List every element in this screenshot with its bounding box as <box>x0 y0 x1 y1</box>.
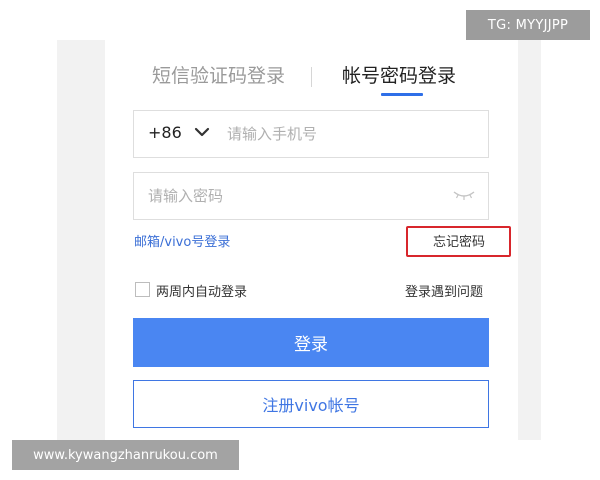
country-code-selector[interactable]: +86 <box>148 123 182 142</box>
watermark-top: TG: MYYJJPP <box>466 10 590 40</box>
register-button[interactable]: 注册vivo帐号 <box>133 380 489 428</box>
phone-field[interactable]: +86 请输入手机号 <box>133 110 489 158</box>
remember-label[interactable]: 两周内自动登录 <box>156 281 247 300</box>
chevron-down-icon[interactable] <box>194 125 210 139</box>
email-login-link[interactable]: 邮箱/vivo号登录 <box>134 231 230 250</box>
remember-checkbox[interactable] <box>135 282 150 297</box>
eye-closed-icon[interactable] <box>452 189 476 201</box>
password-input[interactable]: 请输入密码 <box>148 185 223 206</box>
password-field[interactable]: 请输入密码 <box>133 172 489 220</box>
active-tab-indicator <box>381 93 423 96</box>
tab-password-login[interactable]: 帐号密码登录 <box>342 62 456 90</box>
forgot-password-highlight <box>406 226 511 257</box>
phone-input[interactable]: 请输入手机号 <box>227 123 317 144</box>
tab-sms-login[interactable]: 短信验证码登录 <box>152 62 285 90</box>
tab-divider <box>311 67 312 87</box>
watermark-bottom: www.kywangzhanrukou.com <box>12 440 239 470</box>
login-trouble-link[interactable]: 登录遇到问题 <box>405 281 483 300</box>
login-button[interactable]: 登录 <box>133 318 489 367</box>
